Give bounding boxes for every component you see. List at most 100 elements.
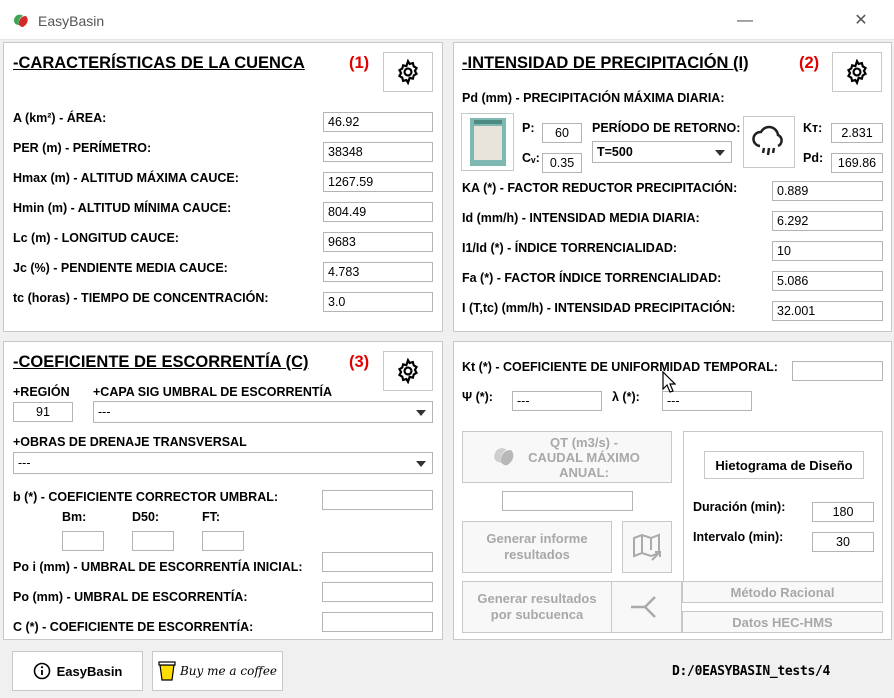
- drainage-works-value: ---: [18, 456, 31, 470]
- hmin-label: Hmin (m) - ALTITUD MÍNIMA CAUCE:: [13, 201, 232, 215]
- interval-input[interactable]: 30: [812, 532, 874, 552]
- minimize-button[interactable]: —: [730, 8, 760, 34]
- map-export-button[interactable]: [622, 521, 672, 573]
- ft-label: FT:: [202, 510, 221, 524]
- pd-label: Pd:: [803, 151, 824, 165]
- rational-method-button[interactable]: Método Racional: [682, 581, 883, 603]
- split-arrow-icon: [630, 596, 656, 618]
- window-title: EasyBasin: [38, 13, 105, 29]
- kt-uniformity-label: Kt (*) - COEFICIENTE DE UNIFORMIDAD TEMP…: [462, 360, 778, 374]
- qt-input[interactable]: [502, 491, 633, 511]
- kt-label: Kᴛ:: [803, 121, 823, 135]
- psi-input[interactable]: ---: [512, 391, 602, 411]
- generate-report-label: Generar informe resultados: [486, 531, 588, 562]
- duration-input[interactable]: 180: [812, 502, 874, 522]
- hec-hms-button[interactable]: Datos HEC-HMS: [682, 611, 883, 633]
- tc-label: tc (horas) - TIEMPO DE CONCENTRACIÓN:: [13, 291, 269, 305]
- ka-input[interactable]: 0.889: [772, 181, 883, 201]
- lambda-input[interactable]: ---: [662, 391, 752, 411]
- sig-layer-value: ---: [98, 405, 111, 419]
- return-period-value: T=500: [597, 145, 633, 159]
- return-period-label: PERÍODO DE RETORNO:: [592, 121, 741, 135]
- hyetograph-button[interactable]: Hietograma de Diseño: [704, 451, 864, 479]
- return-period-select[interactable]: T=500: [592, 141, 732, 163]
- sig-layer-label: +CAPA SIG UMBRAL DE ESCORRENTÍA: [93, 385, 333, 399]
- about-button[interactable]: EasyBasin: [12, 651, 143, 691]
- p-input[interactable]: 60: [542, 123, 582, 143]
- subbasin-results-label: Generar resultados por subcuenca: [477, 591, 597, 622]
- qt-button-label: QT (m3/s) - CAUDAL MÁXIMO ANUAL:: [528, 434, 640, 480]
- rain-cloud-icon: [752, 125, 783, 156]
- bm-input[interactable]: [62, 531, 104, 551]
- cv-input[interactable]: 0.35: [542, 153, 582, 173]
- buy-coffee-button[interactable]: Buy me a coffee: [152, 651, 283, 691]
- runoff-settings-button[interactable]: [383, 351, 433, 391]
- poi-input[interactable]: [322, 552, 433, 572]
- runoff-panel: -COEFICIENTE DE ESCORRENTÍA (C) (3) +REG…: [3, 341, 443, 640]
- drainage-works-label: +OBRAS DE DRENAJE TRANSVERSAL: [13, 435, 247, 449]
- chevron-down-icon: [715, 150, 725, 156]
- po-input[interactable]: [322, 582, 433, 602]
- area-label: A (km²) - ÁREA:: [13, 111, 107, 125]
- psi-label: Ψ (*):: [462, 390, 493, 404]
- basin-panel: -CARACTERÍSTICAS DE LA CUENCA (1) A (km²…: [3, 42, 443, 332]
- id-input[interactable]: 6.292: [772, 211, 883, 231]
- perimeter-input[interactable]: 38348: [323, 142, 433, 162]
- ft-input[interactable]: [202, 531, 244, 551]
- easybasin-logo-icon: [494, 448, 514, 466]
- fa-label: Fa (*) - FACTOR ÍNDICE TORRENCIALIDAD:: [462, 271, 722, 285]
- buy-coffee-label: Buy me a coffee: [179, 664, 278, 678]
- generate-report-button[interactable]: Generar informe resultados: [462, 521, 612, 573]
- gear-icon: [397, 59, 419, 85]
- pd-header: Pd (mm) - PRECIPITACIÓN MÁXIMA DIARIA:: [462, 91, 725, 105]
- split-arrow: [612, 581, 682, 633]
- precip-title: -INTENSIDAD DE PRECIPITACIÓN (I): [462, 54, 749, 72]
- runoff-title: -COEFICIENTE DE ESCORRENTÍA (C): [13, 353, 309, 371]
- bm-label: Bm:: [62, 510, 87, 524]
- subbasin-results-button[interactable]: Generar resultados por subcuenca: [462, 581, 612, 633]
- fa-input[interactable]: 5.086: [772, 271, 883, 291]
- p-label: P:: [522, 121, 535, 135]
- easybasin-logo-icon: [14, 14, 28, 27]
- area-input[interactable]: 46.92: [323, 112, 433, 132]
- jc-label: Jc (%) - PENDIENTE MEDIA CAUCE:: [13, 261, 228, 275]
- hmin-input[interactable]: 804.49: [323, 202, 433, 222]
- kt-uniformity-input[interactable]: [792, 361, 883, 381]
- precip-settings-button[interactable]: [832, 52, 882, 92]
- map-book-icon: [469, 118, 506, 166]
- chevron-down-icon: [416, 410, 426, 416]
- map-book-button[interactable]: [461, 113, 514, 171]
- cv-label: Cᵥ:: [522, 151, 540, 165]
- intensity-input[interactable]: 32.001: [772, 301, 883, 321]
- drainage-works-select[interactable]: ---: [13, 452, 433, 474]
- basin-settings-button[interactable]: [383, 52, 433, 92]
- c-input[interactable]: [322, 612, 433, 632]
- perimeter-label: PER (m) - PERÍMETRO:: [13, 141, 152, 155]
- lc-input[interactable]: 9683: [323, 232, 433, 252]
- hmax-input[interactable]: 1267.59: [323, 172, 433, 192]
- torrent-index-input[interactable]: 10: [772, 241, 883, 261]
- rain-calc-button[interactable]: [743, 116, 795, 168]
- sig-layer-select[interactable]: ---: [93, 401, 433, 423]
- d50-input[interactable]: [132, 531, 174, 551]
- d50-label: D50:: [132, 510, 160, 524]
- runoff-number: (3): [349, 353, 370, 371]
- basin-title: -CARACTERÍSTICAS DE LA CUENCA: [13, 54, 305, 72]
- coffee-cup-icon: [158, 661, 176, 681]
- rational-method-label: Método Racional: [730, 584, 835, 600]
- region-label: +REGIÓN: [13, 385, 70, 399]
- chevron-down-icon: [416, 461, 426, 467]
- close-button[interactable]: ✕: [846, 8, 876, 34]
- region-input[interactable]: 91: [13, 402, 73, 422]
- hyetograph-button-label: Hietograma de Diseño: [715, 457, 853, 473]
- precip-number: (2): [799, 54, 820, 72]
- pd-input[interactable]: 169.86: [831, 153, 883, 173]
- kt-input[interactable]: 2.831: [831, 123, 883, 143]
- tc-input[interactable]: 3.0: [323, 292, 433, 312]
- project-path: D:/0EASYBASIN_tests/4: [672, 664, 831, 679]
- hmax-label: Hmax (m) - ALTITUD MÁXIMA CAUCE:: [13, 171, 239, 185]
- b-input[interactable]: [322, 490, 433, 510]
- torrent-index-label: I1/Id (*) - ÍNDICE TORRENCIALIDAD:: [462, 241, 678, 255]
- qt-button[interactable]: QT (m3/s) - CAUDAL MÁXIMO ANUAL:: [462, 431, 672, 483]
- jc-input[interactable]: 4.783: [323, 262, 433, 282]
